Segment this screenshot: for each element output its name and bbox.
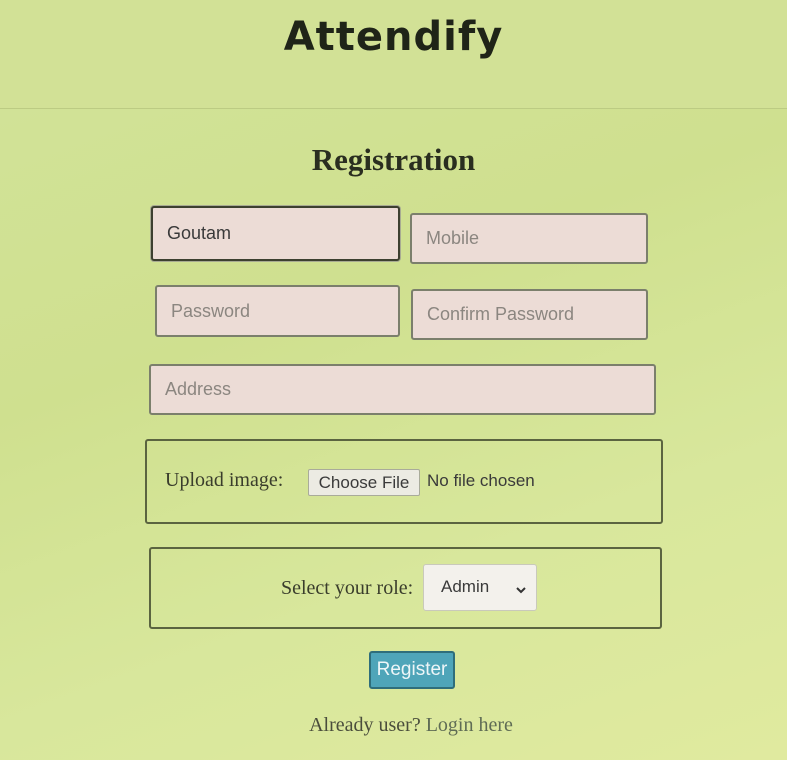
role-select[interactable]: Admin [423, 564, 537, 611]
choose-file-button[interactable]: Choose File [308, 469, 420, 496]
login-link[interactable]: Login here [426, 714, 513, 736]
login-prompt: Already user? Login here [0, 714, 787, 737]
form-title: Registration [311, 142, 476, 177]
password-input[interactable] [155, 285, 400, 337]
login-prompt-text: Already user? [309, 714, 421, 736]
name-input[interactable] [151, 206, 400, 261]
confirm-password-input[interactable] [411, 289, 648, 340]
file-status-text: No file chosen [427, 471, 535, 490]
address-input[interactable] [149, 364, 656, 415]
register-button[interactable]: Register [369, 651, 455, 689]
chevron-down-icon [515, 580, 527, 600]
role-label: Select your role: [281, 577, 414, 599]
upload-image-label: Upload image: [165, 469, 284, 491]
role-selected-value: Admin [441, 577, 490, 596]
app-title: Attendify [283, 14, 504, 60]
header-bar: Attendify [0, 0, 787, 109]
mobile-input[interactable] [410, 213, 648, 264]
